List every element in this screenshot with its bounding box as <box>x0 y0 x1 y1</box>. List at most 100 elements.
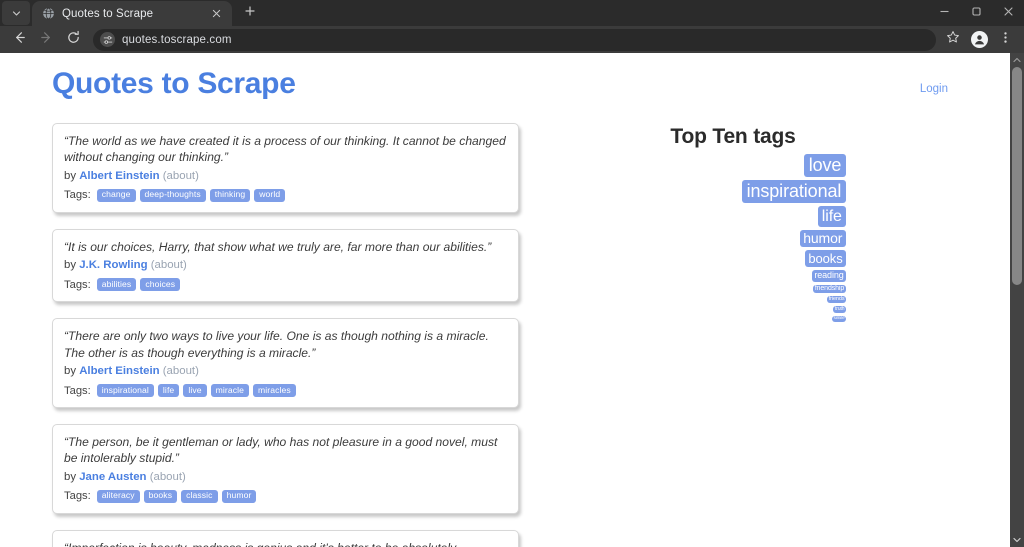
quote-tags-row: Tags: aliteracy books classic humor <box>64 489 507 503</box>
quote-tag[interactable]: humor <box>221 489 257 503</box>
profile-button[interactable] <box>966 28 992 52</box>
quote-tag[interactable]: miracles <box>253 384 296 398</box>
tab-strip: Quotes to Scrape <box>0 0 1024 26</box>
quote-tags-row: Tags: inspirational life live miracle miracle… <box>64 384 507 398</box>
quote-tag[interactable]: books <box>143 489 178 503</box>
plus-icon <box>244 4 256 22</box>
browser-toolbar: quotes.toscrape.com <box>0 26 1024 53</box>
maximize-button[interactable] <box>960 0 992 26</box>
site-title-link[interactable]: Quotes to Scrape <box>52 67 296 100</box>
page-scrollbar[interactable] <box>1010 53 1024 547</box>
sidebar-tag[interactable]: humor <box>799 229 846 248</box>
quote-tag[interactable]: thinking <box>209 188 251 202</box>
tags-sidebar: Top Ten tags love inspirational life humor b… <box>613 123 853 547</box>
by-label: by <box>64 365 80 378</box>
quote-tag[interactable]: deep-thoughts <box>139 188 206 202</box>
url-text: quotes.toscrape.com <box>122 33 232 46</box>
quote-tag[interactable]: choices <box>140 278 181 292</box>
minimize-button[interactable] <box>928 0 960 26</box>
by-label: by <box>64 470 80 483</box>
sidebar-tag[interactable]: friends <box>827 296 846 304</box>
quote-author: Albert Einstein <box>79 365 160 378</box>
maximize-icon <box>971 4 982 22</box>
page-viewport: Quotes to Scrape Login “The world as we … <box>0 53 1024 547</box>
chevron-down-icon <box>11 8 22 19</box>
sidebar-tag[interactable]: reading <box>812 270 846 282</box>
scroll-up-arrow[interactable] <box>1010 53 1024 67</box>
quote-tag[interactable]: life <box>157 384 180 398</box>
page-settings-icon[interactable] <box>100 32 115 47</box>
tag-cloud: love inspirational life humor books reading fr… <box>613 154 853 322</box>
quote-tag[interactable]: inspirational <box>96 384 154 398</box>
address-bar[interactable]: quotes.toscrape.com <box>93 28 936 51</box>
minimize-icon <box>939 4 950 22</box>
quote-tag[interactable]: live <box>183 384 207 398</box>
scroll-down-arrow[interactable] <box>1010 533 1024 547</box>
quotes-column: “The world as we have created it is a pr… <box>52 123 519 547</box>
sidebar-tag[interactable]: life <box>817 206 846 227</box>
page-header: Quotes to Scrape Login <box>50 53 960 100</box>
back-button[interactable] <box>6 28 33 52</box>
tab-search-button[interactable] <box>2 1 30 25</box>
tags-label: Tags: <box>64 278 91 291</box>
author-about-link[interactable]: (about) <box>163 365 199 377</box>
browser-menu-button[interactable] <box>992 28 1018 52</box>
new-tab-button[interactable] <box>237 1 263 25</box>
quote-author-line: by Albert Einstein (about) <box>64 365 507 377</box>
browser-tab[interactable]: Quotes to Scrape <box>32 1 232 26</box>
window-controls <box>928 0 1024 26</box>
quote-author-line: by Jane Austen (about) <box>64 471 507 483</box>
sidebar-tag[interactable]: books <box>805 250 846 268</box>
web-page: Quotes to Scrape Login “The world as we … <box>0 53 1010 547</box>
sidebar-tag[interactable]: truth <box>833 306 846 313</box>
header-right: Login <box>920 67 960 97</box>
browser-window: Quotes to Scrape quotes.toscrape.com Quo… <box>0 0 1024 547</box>
tags-label: Tags: <box>64 384 91 397</box>
quote-card: “Imperfection is beauty, madness is geni… <box>52 529 519 547</box>
forward-arrow-icon <box>39 30 54 50</box>
quote-tag[interactable]: world <box>254 188 286 202</box>
close-icon <box>1003 4 1014 22</box>
quote-author: Jane Austen <box>79 470 147 483</box>
sidebar-tag[interactable]: love <box>804 154 846 178</box>
quote-text: “Imperfection is beauty, madness is geni… <box>64 540 507 547</box>
sidebar-tag[interactable]: simile <box>832 316 846 322</box>
quote-card: “The person, be it gentleman or lady, wh… <box>52 424 519 514</box>
toolbar-actions <box>940 28 1018 52</box>
star-icon <box>946 30 960 49</box>
quote-author-line: by J.K. Rowling (about) <box>64 259 507 271</box>
author-about-link[interactable]: (about) <box>150 471 186 483</box>
author-about-link[interactable]: (about) <box>163 170 199 182</box>
by-label: by <box>64 169 80 182</box>
quote-tag[interactable]: miracle <box>210 384 250 398</box>
author-about-link[interactable]: (about) <box>151 259 187 271</box>
login-link[interactable]: Login <box>920 83 948 95</box>
forward-button <box>33 28 60 52</box>
quote-tag[interactable]: abilities <box>96 278 137 292</box>
scrollbar-track[interactable] <box>1010 67 1024 533</box>
tab-title: Quotes to Scrape <box>62 7 154 20</box>
quote-text: “There are only two ways to live your li… <box>64 329 489 360</box>
quote-text: “The world as we have created it is a pr… <box>64 134 506 165</box>
globe-icon <box>42 7 55 20</box>
quote-tags-row: Tags: change deep-thoughts thinking world <box>64 188 507 202</box>
tags-label: Tags: <box>64 189 91 202</box>
quote-card: “The world as we have created it is a pr… <box>52 123 519 213</box>
quote-text: “The person, be it gentleman or lady, wh… <box>64 435 498 466</box>
back-arrow-icon <box>12 30 27 50</box>
quote-tag[interactable]: classic <box>181 489 218 503</box>
scrollbar-thumb[interactable] <box>1012 67 1022 285</box>
sidebar-tag[interactable]: friendship <box>813 284 846 294</box>
quote-tag[interactable]: change <box>96 188 136 202</box>
reload-button[interactable] <box>60 28 87 52</box>
quote-text: “It is our choices, Harry, that show wha… <box>64 239 492 254</box>
quote-tag[interactable]: aliteracy <box>96 489 140 503</box>
content-row: “The world as we have created it is a pr… <box>50 100 960 547</box>
sidebar-tag[interactable]: inspirational <box>741 180 846 204</box>
close-icon[interactable] <box>208 6 224 22</box>
close-window-button[interactable] <box>992 0 1024 26</box>
page-container: Quotes to Scrape Login “The world as we … <box>35 53 975 547</box>
profile-avatar-icon <box>970 31 988 48</box>
quote-author-line: by Albert Einstein (about) <box>64 170 507 182</box>
bookmark-button[interactable] <box>940 28 966 52</box>
